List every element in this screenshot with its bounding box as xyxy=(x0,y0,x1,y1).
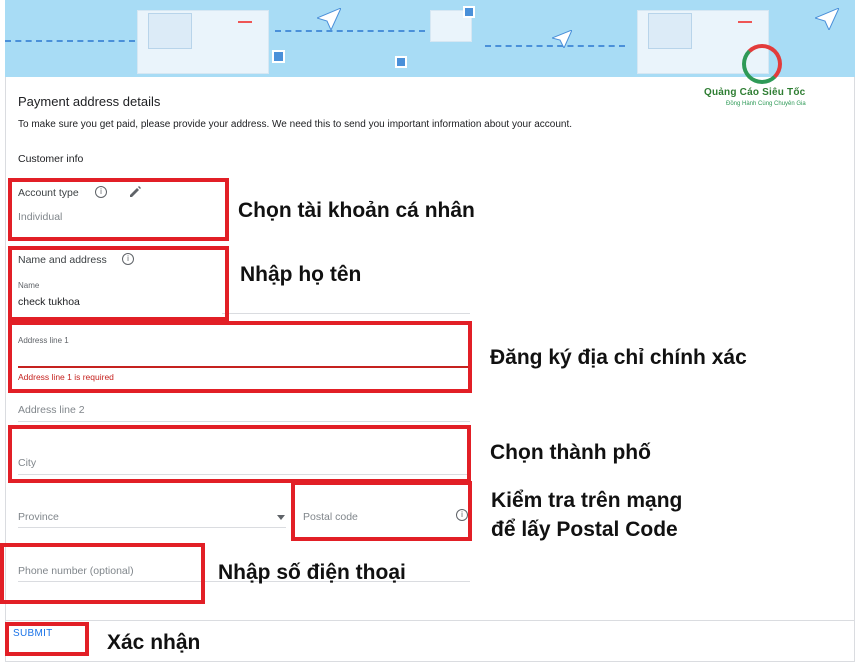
banner-dashed-line xyxy=(275,30,425,32)
header-banner xyxy=(5,0,855,77)
highlight-submit xyxy=(5,622,89,656)
province-underline xyxy=(18,527,286,528)
highlight-postal-code xyxy=(291,481,472,541)
section-customer-info: Customer info xyxy=(18,153,84,165)
footer-divider xyxy=(5,620,855,621)
name-underline xyxy=(222,313,470,314)
highlight-address xyxy=(8,321,472,393)
address-line-2-input[interactable]: Address line 2 xyxy=(18,404,85,416)
paper-plane-icon xyxy=(552,30,572,48)
annotation-submit: Xác nhận xyxy=(107,631,201,654)
highlight-phone xyxy=(0,543,205,604)
paper-plane-icon xyxy=(815,8,839,30)
banner-dashed-line xyxy=(5,40,135,42)
page-title: Payment address details xyxy=(18,94,161,109)
annotation-phone: Nhập số điện thoại xyxy=(218,561,406,584)
dropdown-arrow-icon[interactable] xyxy=(277,515,285,520)
banner-square-decor xyxy=(463,6,475,18)
highlight-name xyxy=(8,246,229,321)
annotation-account-type: Chọn tài khoản cá nhân xyxy=(238,199,475,222)
logo-icon xyxy=(742,44,782,84)
envelope-illustration xyxy=(137,10,269,74)
banner-square-decor xyxy=(272,50,285,63)
annotation-postal-line2: để lấy Postal Code xyxy=(491,518,678,541)
banner-square-decor xyxy=(395,56,407,68)
highlight-account-type xyxy=(8,178,229,241)
paper-plane-icon xyxy=(317,8,341,30)
annotation-postal-line1: Kiểm tra trên mạng xyxy=(491,489,683,512)
logo-name: Quảng Cáo Siêu Tốc xyxy=(704,87,806,98)
annotation-city: Chọn thành phố xyxy=(490,441,651,464)
page-description: To make sure you get paid, please provid… xyxy=(18,119,573,130)
address-line-2-underline xyxy=(18,421,470,422)
province-select[interactable]: Province xyxy=(18,511,59,523)
annotation-name: Nhập họ tên xyxy=(240,263,362,286)
highlight-city xyxy=(8,425,471,483)
annotation-address: Đăng ký địa chỉ chính xác xyxy=(490,346,747,369)
logo-tagline: Đồng Hành Cùng Chuyên Gia xyxy=(726,101,806,107)
